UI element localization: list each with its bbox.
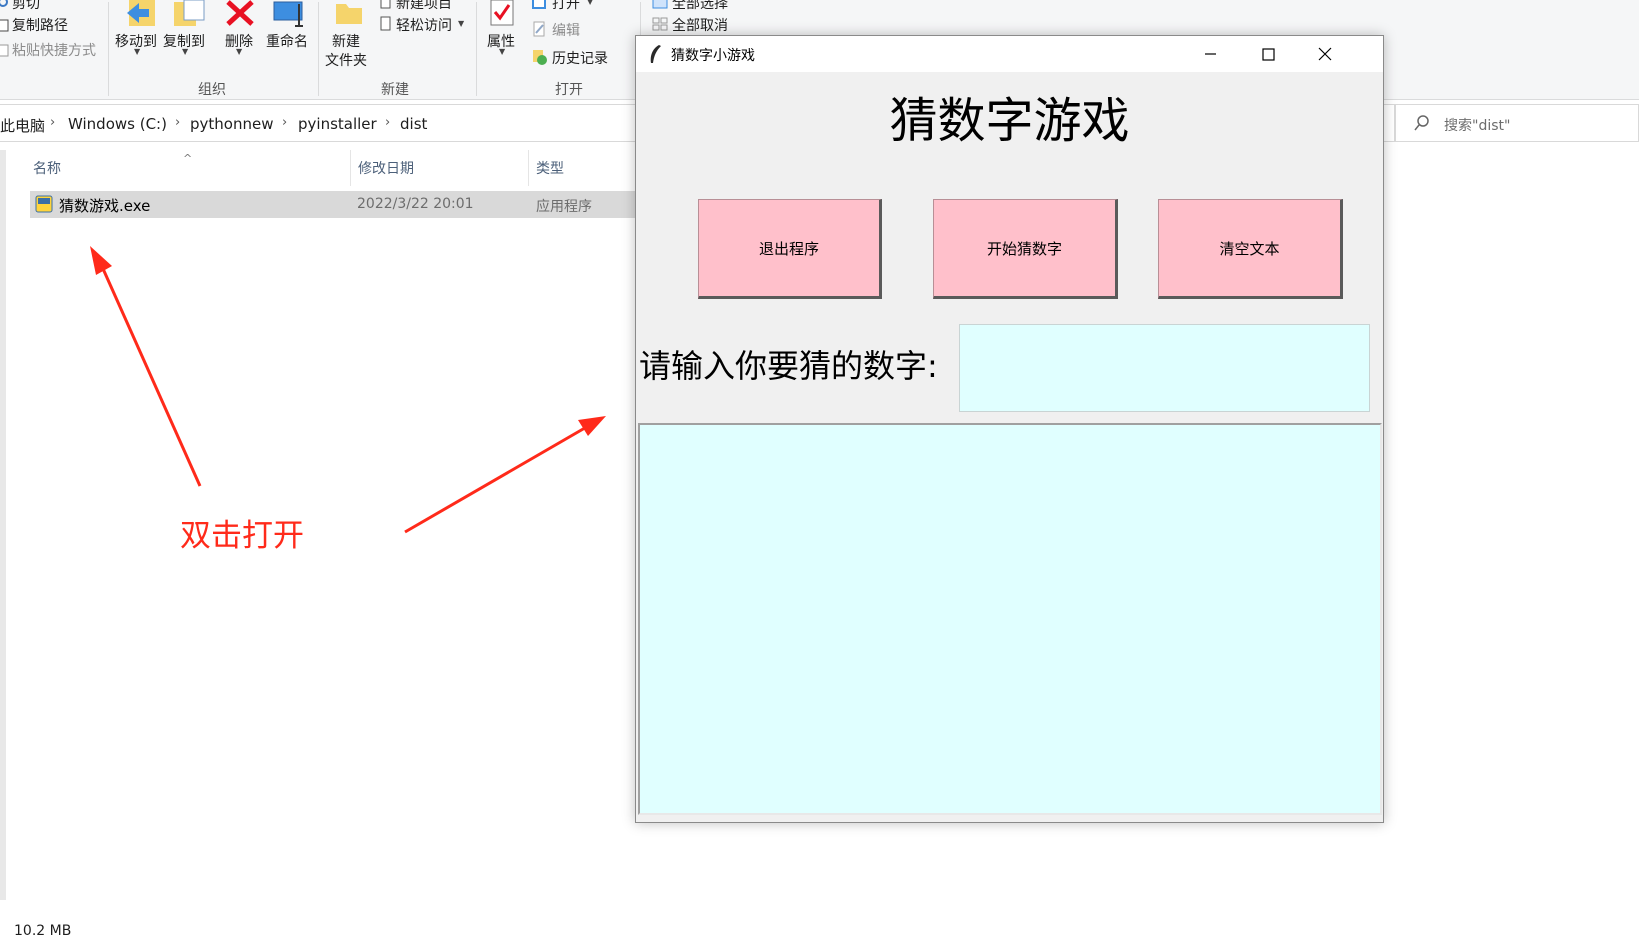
feather-icon — [648, 44, 662, 68]
output-text-area[interactable] — [638, 423, 1382, 815]
start-guess-button[interactable]: 开始猜数字 — [933, 199, 1118, 299]
window-titlebar[interactable]: 猜数字小游戏 — [636, 36, 1383, 72]
guess-input[interactable] — [959, 324, 1370, 412]
maximize-button[interactable] — [1239, 36, 1297, 72]
guess-prompt-label: 请输入你要猜的数字: — [639, 347, 938, 385]
exit-program-button[interactable]: 退出程序 — [698, 199, 882, 299]
game-heading: 猜数字游戏 — [889, 93, 1130, 149]
close-button[interactable] — [1296, 36, 1354, 72]
clear-text-button[interactable]: 清空文本 — [1158, 199, 1343, 299]
arrow-to-file — [90, 246, 202, 487]
window-title: 猜数字小游戏 — [671, 48, 755, 64]
minimize-button[interactable] — [1181, 36, 1239, 72]
guess-game-window[interactable]: 猜数字小游戏 猜数字游戏 退出程序 开始猜数字 清空文本 请输入你要猜的数字: — [635, 35, 1384, 823]
annotation-label: 双击打开 — [180, 518, 304, 554]
arrow-to-window — [404, 416, 606, 534]
